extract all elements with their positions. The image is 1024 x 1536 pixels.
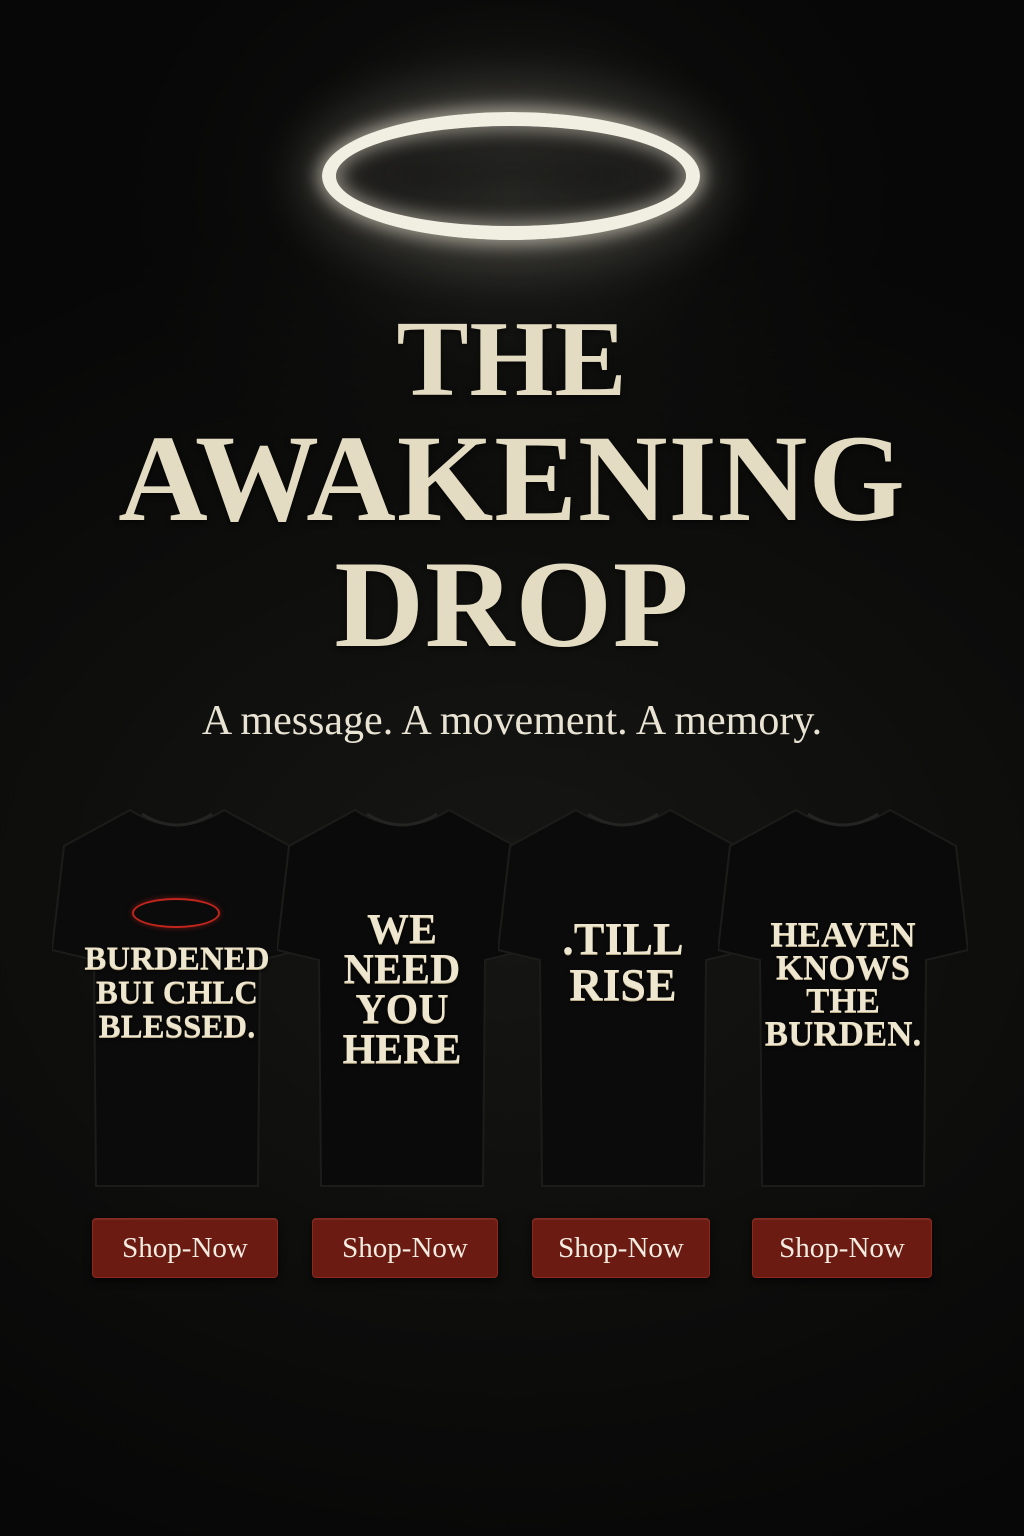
print-line: WE — [366, 907, 437, 953]
shop-now-button-2[interactable]: Shop-Now — [312, 1218, 498, 1278]
shop-now-button-3[interactable]: Shop-Now — [532, 1218, 710, 1278]
shop-now-button-4[interactable]: Shop-Now — [752, 1218, 932, 1278]
print-line: BLESSED. — [98, 1009, 256, 1045]
print-line: BURDENED — [84, 941, 270, 977]
print-line: YOU — [355, 987, 449, 1033]
print-line: .TILL — [562, 913, 684, 964]
product-card-1[interactable]: BURDENED BUI CHLC BLESSED. — [52, 800, 302, 1190]
hero-page: THE AWAKENING DROP A message. A movement… — [0, 0, 1024, 1536]
shirt-print-text: HEAVEN KNOWS THE BURDEN. — [718, 915, 968, 1053]
shirt-print-text: WE NEED YOU HERE — [277, 907, 527, 1073]
small-halo-icon — [132, 898, 220, 928]
product-card-4[interactable]: HEAVEN KNOWS THE BURDEN. — [718, 800, 968, 1190]
title-line-2: AWAKENING — [118, 410, 906, 547]
title-line-1: THE — [396, 300, 628, 419]
shop-now-button-1[interactable]: Shop-Now — [92, 1218, 278, 1278]
print-line: RISE — [569, 959, 677, 1010]
shirt-print-text: BURDENED BUI CHLC BLESSED. — [52, 942, 302, 1044]
print-line: NEED — [343, 947, 461, 993]
print-line: BURDEN. — [764, 1014, 922, 1053]
halo-icon — [322, 112, 700, 240]
print-line: HEAVEN — [770, 915, 916, 954]
print-line: THE — [806, 981, 880, 1020]
print-line: KNOWS — [775, 948, 911, 987]
tagline: A message. A movement. A memory. — [201, 698, 823, 744]
product-row: BURDENED BUI CHLC BLESSED. WE NEED YOU H… — [0, 800, 1024, 1200]
title-line-3: DROP — [334, 536, 690, 673]
shirt-print-text: .TILL RISE — [498, 916, 748, 1008]
product-card-3[interactable]: .TILL RISE — [498, 800, 748, 1190]
product-card-2[interactable]: WE NEED YOU HERE — [277, 800, 527, 1190]
print-line: HERE — [342, 1027, 462, 1073]
print-line: BUI CHLC — [95, 975, 259, 1011]
